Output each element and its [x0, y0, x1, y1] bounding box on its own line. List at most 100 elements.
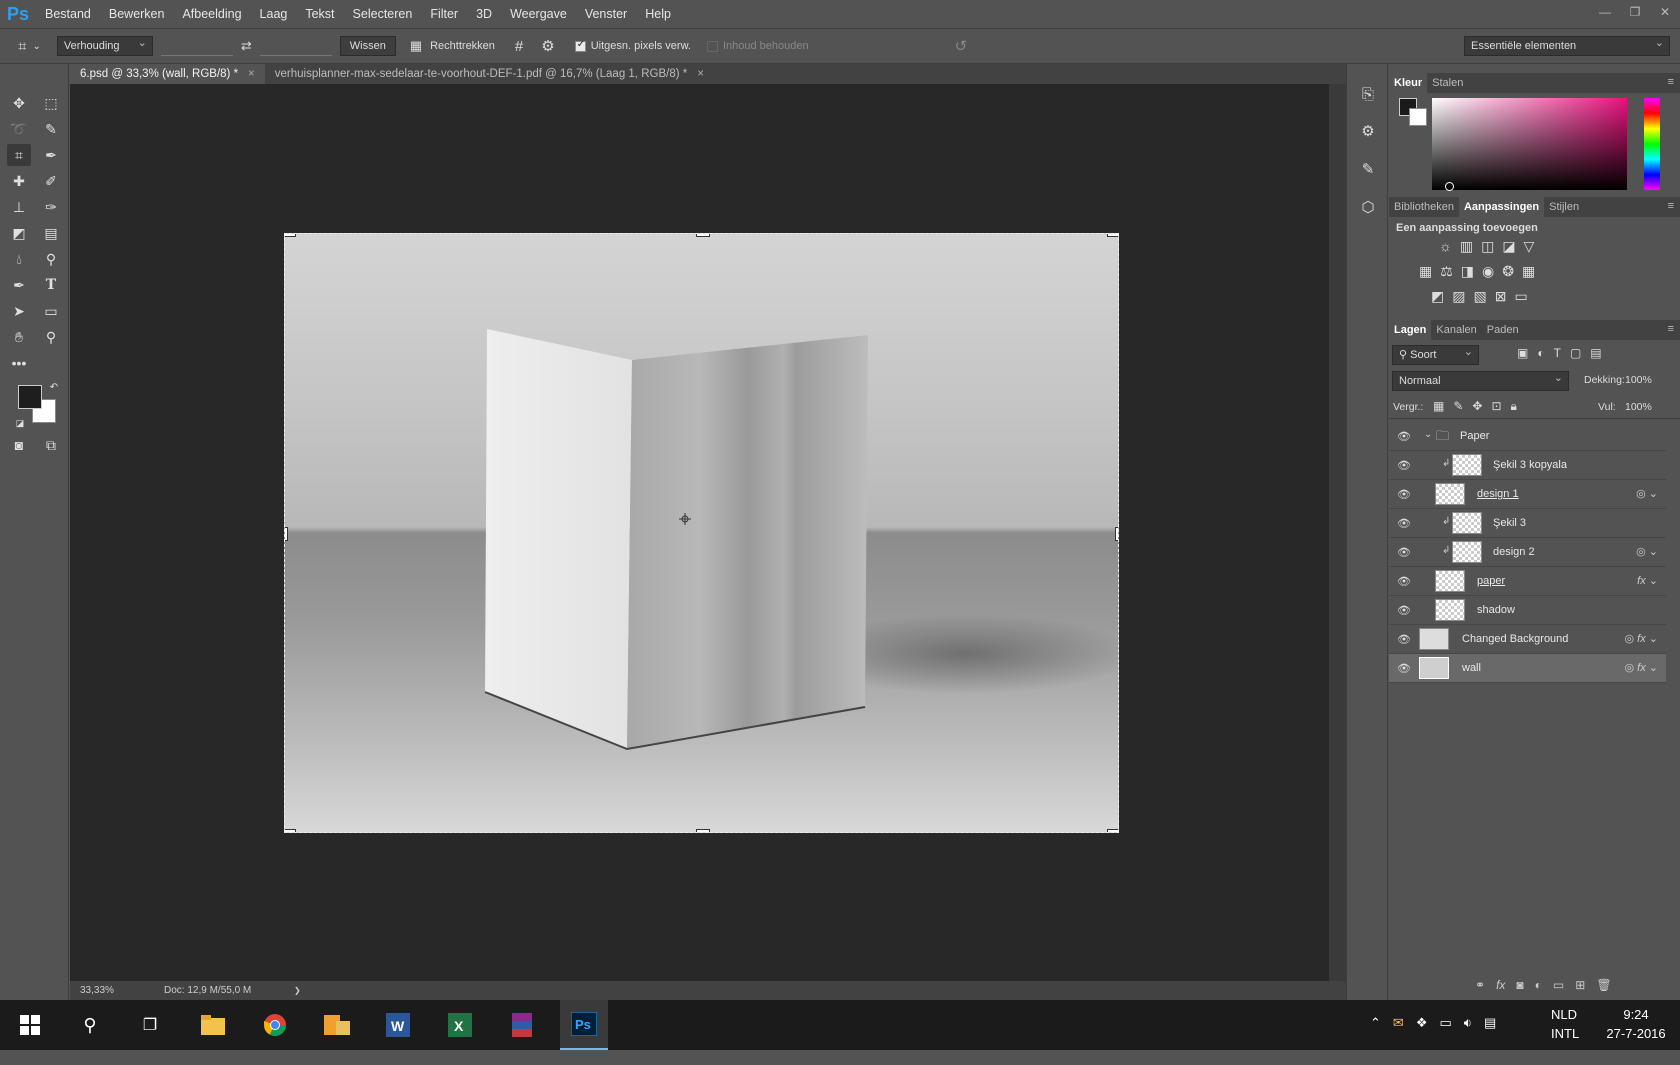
- 3d-cube-icon[interactable]: ⬡: [1357, 198, 1379, 220]
- task-view-icon[interactable]: ❐: [126, 1000, 174, 1050]
- eye-icon[interactable]: 👁︎: [1397, 488, 1411, 501]
- pixel-filter-icon[interactable]: ▣: [1517, 346, 1528, 360]
- opacity-value[interactable]: 100%: [1625, 374, 1652, 386]
- color-field[interactable]: [1432, 98, 1627, 191]
- tab-bibliotheken[interactable]: Bibliotheken: [1389, 197, 1459, 217]
- menu-help[interactable]: Help: [636, 0, 680, 28]
- layer-filter-select[interactable]: ⚲ Soort: [1392, 343, 1479, 365]
- outlook-icon[interactable]: [313, 1000, 361, 1050]
- screen-mode-icon[interactable]: ⧉: [39, 434, 63, 456]
- exposure-icon[interactable]: ◪: [1502, 238, 1515, 255]
- layer-row[interactable]: 👁︎ shadow: [1389, 596, 1666, 625]
- posterize-icon[interactable]: ▨: [1452, 288, 1465, 305]
- background-swatch[interactable]: [1409, 108, 1427, 126]
- swap-colors-icon[interactable]: ↶: [42, 376, 66, 398]
- fx-badge[interactable]: fx ⌄: [1637, 574, 1658, 587]
- network-icon[interactable]: ▭: [1439, 1015, 1451, 1065]
- vertical-scrollbar[interactable]: [1329, 84, 1346, 981]
- trash-icon[interactable]: 🗑︎: [1596, 978, 1611, 992]
- height-field[interactable]: [259, 36, 332, 56]
- gear-icon[interactable]: ⚙: [541, 37, 554, 55]
- tab-kleur[interactable]: Kleur: [1389, 73, 1428, 93]
- crop-tool-icon[interactable]: ⌗: [18, 38, 26, 55]
- layer-row-selected[interactable]: 👁︎ wall ◎ fx ⌄: [1389, 654, 1666, 683]
- gradient-tool-icon[interactable]: ▤: [39, 222, 63, 244]
- menu-weergave[interactable]: Weergave: [501, 0, 576, 28]
- curves-icon[interactable]: ◫: [1481, 238, 1494, 255]
- adjustment-filter-icon[interactable]: ◐: [1537, 346, 1544, 360]
- color-lookup-icon[interactable]: ▦: [1522, 263, 1535, 280]
- cancel-crop-icon[interactable]: ↺: [955, 37, 968, 55]
- pen-tool-icon[interactable]: ✒: [7, 274, 31, 296]
- straighten-icon[interactable]: ▦: [410, 38, 422, 54]
- gradient-adjust-icon[interactable]: ▭: [1514, 288, 1527, 305]
- tab-paden[interactable]: Paden: [1482, 320, 1524, 340]
- content-aware-checkbox[interactable]: [706, 40, 718, 52]
- shape-filter-icon[interactable]: ▢: [1570, 346, 1581, 360]
- restore-icon[interactable]: ❐: [1620, 0, 1650, 28]
- swap-icon[interactable]: ⇄: [241, 38, 252, 54]
- straighten-label[interactable]: Rechttrekken: [430, 40, 495, 52]
- tab-verhuisplanner-pdf[interactable]: verhuisplanner-max-sedelaar-te-voorhout-…: [264, 64, 714, 84]
- new-group-icon[interactable]: ▭: [1553, 978, 1564, 992]
- healing-tool-icon[interactable]: ✚: [7, 170, 31, 192]
- photoshop-taskbar-icon[interactable]: Ps: [560, 1000, 608, 1050]
- quick-select-tool-icon[interactable]: ✎: [39, 118, 63, 140]
- panel-menu-icon[interactable]: ≡: [1668, 200, 1674, 212]
- type-filter-icon[interactable]: T: [1554, 346, 1561, 360]
- menu-bestand[interactable]: Bestand: [36, 0, 100, 28]
- layer-name[interactable]: Şekil 3: [1493, 517, 1526, 529]
- action-center-icon[interactable]: ▤: [1484, 1015, 1496, 1065]
- marquee-tool-icon[interactable]: ⬚: [39, 92, 63, 114]
- menu-venster[interactable]: Venster: [576, 0, 636, 28]
- layer-name[interactable]: Şekil 3 kopyala: [1493, 459, 1567, 471]
- layer-row[interactable]: 👁︎ paper fx ⌄: [1389, 567, 1666, 596]
- history-brush-tool-icon[interactable]: ✑: [39, 196, 63, 218]
- properties-icon[interactable]: ⚙: [1357, 122, 1379, 144]
- eye-icon[interactable]: 👁︎: [1397, 604, 1411, 617]
- close-icon[interactable]: ✕: [1650, 0, 1680, 28]
- winrar-icon[interactable]: [498, 1000, 546, 1050]
- menu-filter[interactable]: Filter: [421, 0, 467, 28]
- excel-icon[interactable]: X: [436, 1000, 484, 1050]
- blend-mode-select[interactable]: Normaal: [1392, 369, 1569, 391]
- crop-handle[interactable]: [1107, 234, 1118, 237]
- clear-button[interactable]: Wissen: [339, 36, 396, 56]
- crop-handle[interactable]: [1107, 829, 1118, 832]
- eye-icon[interactable]: 👁︎: [1397, 662, 1411, 675]
- layer-name[interactable]: shadow: [1477, 604, 1515, 616]
- layer-name[interactable]: paper: [1477, 575, 1505, 587]
- crop-tool-icon[interactable]: ⌗: [7, 144, 31, 166]
- crop-handle[interactable]: [285, 527, 288, 541]
- foreground-color-swatch[interactable]: [18, 385, 42, 409]
- smart-object-filter-icon[interactable]: ▤: [1590, 346, 1601, 360]
- layer-row[interactable]: 👁︎ ↲ design 2 ◎ ⌄: [1389, 538, 1666, 567]
- file-explorer-icon[interactable]: [189, 1000, 237, 1050]
- character-icon[interactable]: ✎: [1357, 160, 1379, 182]
- move-tool-icon[interactable]: ✥: [7, 92, 31, 114]
- eyedropper-tool-icon[interactable]: ✒: [39, 144, 63, 166]
- volume-icon[interactable]: 🔉︎: [1464, 1015, 1472, 1065]
- fx-badge[interactable]: ◎ fx ⌄: [1625, 661, 1659, 674]
- lock-all-icon[interactable]: 🔒︎: [1511, 399, 1517, 414]
- lock-position-icon[interactable]: ✥: [1472, 399, 1482, 414]
- panel-menu-icon[interactable]: ≡: [1668, 323, 1674, 335]
- crop-handle[interactable]: [1115, 527, 1118, 541]
- menu-bewerken[interactable]: Bewerken: [100, 0, 174, 28]
- tab-stijlen[interactable]: Stijlen: [1544, 197, 1584, 217]
- adjustment-layer-icon[interactable]: ◐: [1535, 978, 1542, 992]
- crop-handle[interactable]: [696, 234, 710, 237]
- chevron-up-icon[interactable]: ⌃: [1370, 1015, 1381, 1065]
- threshold-icon[interactable]: ▧: [1473, 288, 1486, 305]
- eye-icon[interactable]: 👁︎: [1397, 633, 1411, 646]
- layer-name[interactable]: wall: [1462, 662, 1481, 674]
- hue-saturation-icon[interactable]: ⚖: [1440, 263, 1453, 280]
- new-layer-icon[interactable]: ⊞: [1575, 978, 1585, 992]
- color-picker-marker[interactable]: [1445, 182, 1454, 191]
- layer-name[interactable]: design 2: [1493, 546, 1535, 558]
- crop-handle[interactable]: [285, 829, 296, 832]
- tab-aanpassingen[interactable]: Aanpassingen: [1458, 197, 1545, 217]
- eye-icon[interactable]: 👁︎: [1397, 430, 1411, 443]
- lock-artboard-icon[interactable]: ⊡: [1491, 399, 1501, 414]
- selective-color-icon[interactable]: ⊠: [1495, 288, 1507, 305]
